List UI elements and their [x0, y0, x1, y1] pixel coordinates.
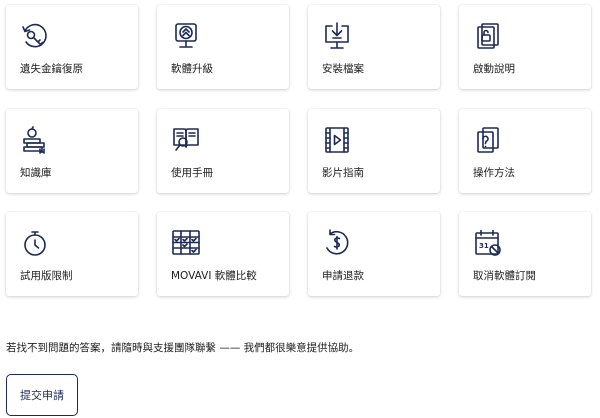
- card-label: 使用手冊: [171, 167, 213, 179]
- card-label: MOVAVI 軟體比較: [171, 270, 257, 282]
- activation-docs-icon: [473, 21, 503, 51]
- cancel-subscription-icon: 31: [473, 228, 503, 258]
- upgrade-monitor-icon: [171, 21, 201, 51]
- card-movavi-comparison[interactable]: MOVAVI 軟體比較: [157, 212, 289, 296]
- card-label: 操作方法: [473, 167, 515, 179]
- card-installation-files[interactable]: 安裝檔案: [308, 5, 440, 89]
- card-label: 申請退款: [322, 270, 364, 282]
- card-label: 遺失金鑰復原: [20, 63, 83, 75]
- card-label: 知識庫: [20, 167, 52, 179]
- comparison-table-icon: [171, 228, 201, 258]
- how-to-icon: [473, 125, 503, 155]
- card-software-upgrade[interactable]: 軟體升級: [157, 5, 289, 89]
- user-manual-icon: [171, 125, 201, 155]
- lost-key-icon: [20, 21, 50, 51]
- card-how-to[interactable]: 操作方法: [459, 109, 591, 193]
- video-guide-icon: [322, 125, 352, 155]
- card-label: 軟體升級: [171, 63, 213, 75]
- submit-request-button[interactable]: 提交申請: [6, 374, 78, 416]
- knowledge-base-icon: [20, 125, 50, 155]
- card-label: 啟動說明: [473, 63, 515, 75]
- card-label: 安裝檔案: [322, 63, 364, 75]
- card-video-guide[interactable]: 影片指南: [308, 109, 440, 193]
- card-label: 試用版限制: [20, 270, 73, 282]
- card-knowledge-base[interactable]: 知識庫: [6, 109, 138, 193]
- card-cancel-subscription[interactable]: 31 取消軟體訂閱: [459, 212, 591, 296]
- card-user-manual[interactable]: 使用手冊: [157, 109, 289, 193]
- card-label: 取消軟體訂閱: [473, 270, 536, 282]
- download-install-icon: [322, 21, 352, 51]
- card-refund-request[interactable]: 申請退款: [308, 212, 440, 296]
- card-label: 影片指南: [322, 167, 364, 179]
- support-help-text: 若找不到問題的答案，請隨時與支援團隊聯繫 —— 我們都很樂意提供協助。: [6, 342, 360, 354]
- card-lost-key-recovery[interactable]: 遺失金鑰復原: [6, 5, 138, 89]
- stopwatch-icon: [20, 228, 50, 258]
- card-activation-help[interactable]: 啟動說明: [459, 5, 591, 89]
- calendar-day-text: 31: [479, 242, 489, 250]
- card-trial-limits[interactable]: 試用版限制: [6, 212, 138, 296]
- refund-icon: [322, 228, 352, 258]
